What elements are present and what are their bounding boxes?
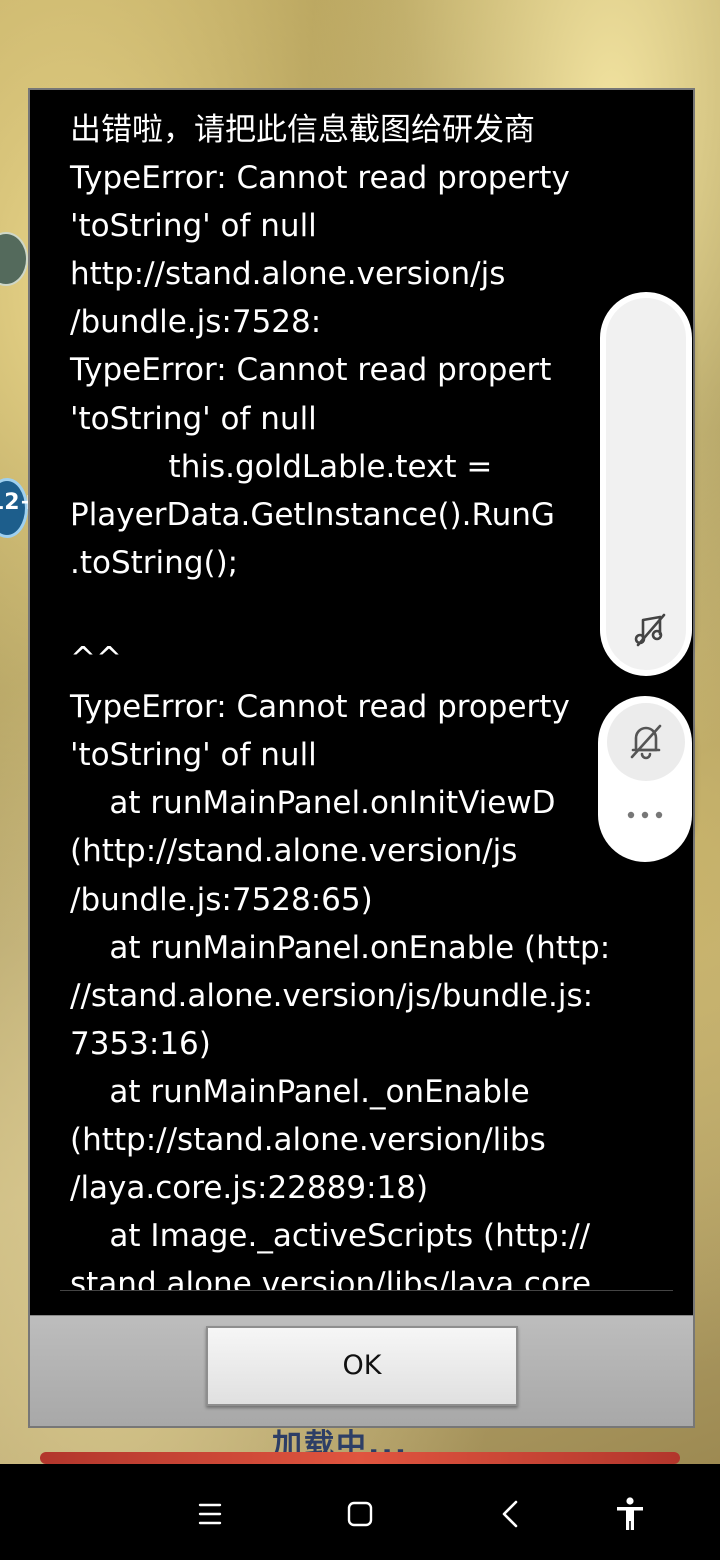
- divider: [60, 1290, 673, 1291]
- system-navigation-bar: [0, 1464, 720, 1560]
- floating-actions: [598, 696, 692, 862]
- dialog-footer: OK: [30, 1315, 693, 1426]
- ok-button[interactable]: OK: [206, 1326, 518, 1406]
- age-rating-badge: 12+: [0, 478, 38, 538]
- music-off-icon[interactable]: [632, 612, 668, 648]
- bell-off-icon: [630, 724, 662, 760]
- home-icon[interactable]: [340, 1494, 380, 1534]
- error-message-scroll[interactable]: 出错啦，请把此信息截图给研发商 TypeError: Cannot read p…: [30, 90, 693, 1290]
- menu-icon[interactable]: [190, 1494, 230, 1534]
- back-icon[interactable]: [490, 1494, 530, 1534]
- mute-toggle[interactable]: [607, 703, 685, 781]
- floating-toolbar: [600, 292, 692, 676]
- error-dialog: 出错啦，请把此信息截图给研发商 TypeError: Cannot read p…: [28, 88, 695, 1428]
- loading-bar: [40, 1452, 680, 1464]
- more-icon[interactable]: [625, 808, 665, 822]
- accessibility-icon[interactable]: [610, 1494, 650, 1534]
- error-message: 出错啦，请把此信息截图给研发商 TypeError: Cannot read p…: [70, 112, 611, 1290]
- side-button: [0, 232, 28, 286]
